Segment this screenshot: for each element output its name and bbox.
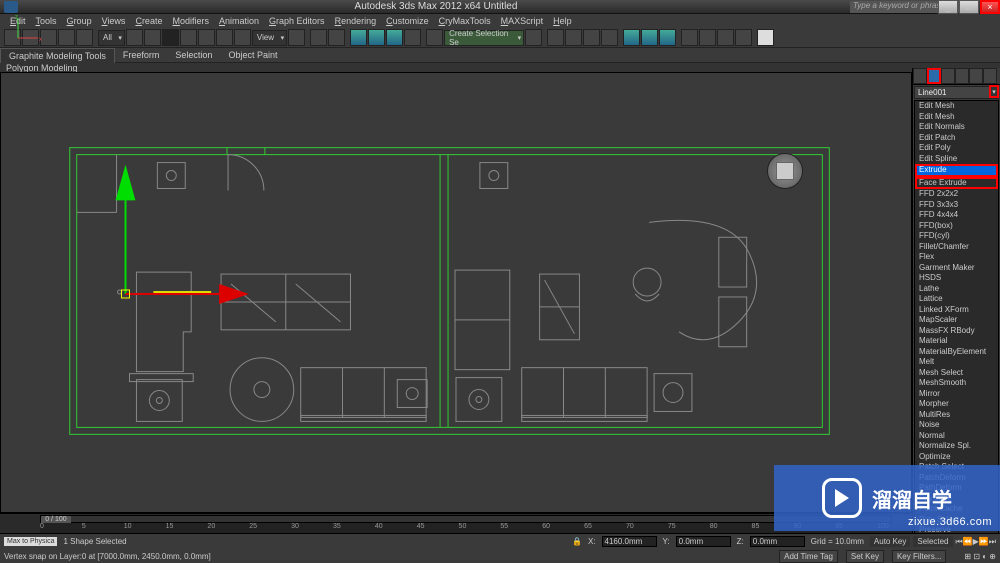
modifier-item[interactable]: Mirror bbox=[915, 389, 998, 400]
tick-label: 25 bbox=[249, 523, 257, 530]
maximize-button[interactable]: □ bbox=[959, 0, 979, 14]
viewport[interactable]: x z bbox=[0, 72, 912, 513]
modifier-item[interactable]: MultiRes bbox=[915, 410, 998, 421]
modifier-list-dropdown[interactable]: ▾ bbox=[989, 85, 999, 98]
modifier-item[interactable]: Edit Mesh bbox=[915, 101, 998, 112]
tick-label: 50 bbox=[459, 523, 467, 530]
set-key-button[interactable]: Set Key bbox=[846, 550, 884, 563]
tick-label: 40 bbox=[375, 523, 383, 530]
modifier-item[interactable]: Normalize Spl. bbox=[915, 441, 998, 452]
grid-label: Grid = 10.0mm bbox=[811, 537, 864, 546]
svg-text:x: x bbox=[39, 37, 42, 43]
modifier-item[interactable]: Edit Normals bbox=[915, 122, 998, 133]
modifier-item[interactable]: HSDS bbox=[915, 273, 998, 284]
modifier-item[interactable]: MassFX RBody bbox=[915, 326, 998, 337]
modifier-item[interactable]: Garment Maker bbox=[915, 263, 998, 274]
tab-hierarchy-icon[interactable] bbox=[941, 68, 955, 84]
tick-label: 70 bbox=[626, 523, 634, 530]
svg-text:z: z bbox=[15, 15, 18, 21]
play-icon bbox=[822, 478, 862, 518]
modifier-item[interactable]: FFD(box) bbox=[915, 221, 998, 232]
axis-gizmo-icon: x z bbox=[13, 13, 923, 452]
modifier-item[interactable]: Edit Spline bbox=[915, 154, 998, 165]
app-icon[interactable] bbox=[4, 1, 18, 13]
tick-label: 60 bbox=[542, 523, 550, 530]
minimize-button[interactable]: _ bbox=[938, 0, 958, 14]
modifier-item[interactable]: Extrude bbox=[915, 164, 998, 177]
modifier-item[interactable]: Material bbox=[915, 336, 998, 347]
close-button[interactable]: × bbox=[980, 0, 1000, 14]
key-filters-button[interactable]: Key Filters... bbox=[892, 550, 946, 563]
tab-create-icon[interactable] bbox=[913, 68, 927, 84]
modifier-item[interactable]: Morpher bbox=[915, 399, 998, 410]
status-bar: Max to Physica 1 Shape Selected 🔒 X:4160… bbox=[0, 533, 1000, 549]
tick-label: 45 bbox=[417, 523, 425, 530]
tick-label: 65 bbox=[584, 523, 592, 530]
tick-label: 55 bbox=[500, 523, 508, 530]
selection-status: 1 Shape Selected bbox=[63, 537, 126, 546]
modifier-item[interactable]: Flex bbox=[915, 252, 998, 263]
modifier-item[interactable]: Face Extrude bbox=[915, 177, 998, 190]
maxscript-button[interactable]: Max to Physica bbox=[4, 537, 57, 546]
modifier-item[interactable]: FFD 2x2x2 bbox=[915, 189, 998, 200]
x-coord-field[interactable]: 4160.0mm bbox=[602, 536, 657, 547]
tab-utilities-icon[interactable] bbox=[983, 68, 997, 84]
watermark-text: 溜溜自学 bbox=[872, 484, 952, 513]
nav-controls-icon[interactable]: ⊞ ⊡ ◐ ⊕ bbox=[964, 552, 996, 561]
tick-label: 5 bbox=[82, 523, 86, 530]
modifier-item[interactable]: MeshSmooth bbox=[915, 378, 998, 389]
lock-icon[interactable]: 🔒 bbox=[572, 537, 582, 546]
modifier-item[interactable]: Melt bbox=[915, 357, 998, 368]
modifier-item[interactable]: Edit Mesh bbox=[915, 112, 998, 123]
modifier-item[interactable]: Linked XForm bbox=[915, 305, 998, 316]
modifier-item[interactable]: Optimize bbox=[915, 452, 998, 463]
add-time-tag-button[interactable]: Add Time Tag bbox=[779, 550, 838, 563]
modifier-item[interactable]: Lathe bbox=[915, 284, 998, 295]
auto-key-button[interactable]: Auto Key bbox=[870, 536, 910, 547]
tick-label: 0 bbox=[40, 523, 44, 530]
modifier-item[interactable]: FFD(cyl) bbox=[915, 231, 998, 242]
modifier-item[interactable]: Lattice bbox=[915, 294, 998, 305]
modifier-item[interactable]: MapScaler bbox=[915, 315, 998, 326]
object-name-field[interactable]: Line001 bbox=[914, 86, 999, 99]
title-text: Autodesk 3ds Max 2012 x64 Untitled bbox=[22, 1, 850, 12]
selected-dropdown[interactable]: Selected bbox=[913, 536, 952, 547]
tick-label: 15 bbox=[166, 523, 174, 530]
command-panel: Line001 ▾ Edit MeshEdit MeshEdit Normals… bbox=[912, 68, 1000, 533]
modifier-item[interactable]: Normal bbox=[915, 431, 998, 442]
z-coord-field[interactable]: 0.0mm bbox=[750, 536, 805, 547]
tick-label: 80 bbox=[710, 523, 718, 530]
modifier-item[interactable]: FFD 4x4x4 bbox=[915, 210, 998, 221]
watermark-url: zixue.3d66.com bbox=[908, 516, 992, 528]
y-coord-field[interactable]: 0.0mm bbox=[676, 536, 731, 547]
tab-motion-icon[interactable] bbox=[955, 68, 969, 84]
tab-modify-icon[interactable] bbox=[927, 68, 941, 84]
playback-controls-icon[interactable]: ⏮⏪▶⏩⏭ bbox=[956, 537, 996, 547]
tick-label: 10 bbox=[124, 523, 132, 530]
tab-display-icon[interactable] bbox=[969, 68, 983, 84]
modifier-item[interactable]: FFD 3x3x3 bbox=[915, 200, 998, 211]
tick-label: 30 bbox=[291, 523, 299, 530]
prompt-bar: Vertex snap on Layer:0 at [7000.0mm, 245… bbox=[0, 549, 1000, 563]
modifier-item[interactable]: MaterialByElement bbox=[915, 347, 998, 358]
modifier-item[interactable]: Fillet/Chamfer bbox=[915, 242, 998, 253]
modifier-item[interactable]: Noise bbox=[915, 420, 998, 431]
prompt-text: Vertex snap on Layer:0 at [7000.0mm, 245… bbox=[4, 552, 211, 561]
modifier-item[interactable]: Edit Poly bbox=[915, 143, 998, 154]
tick-label: 35 bbox=[333, 523, 341, 530]
tick-label: 85 bbox=[752, 523, 760, 530]
modifier-item[interactable]: Mesh Select bbox=[915, 368, 998, 379]
tick-label: 20 bbox=[207, 523, 215, 530]
tick-label: 75 bbox=[668, 523, 676, 530]
watermark: 溜溜自学 zixue.3d66.com bbox=[774, 465, 1000, 531]
modifier-item[interactable]: Edit Patch bbox=[915, 133, 998, 144]
